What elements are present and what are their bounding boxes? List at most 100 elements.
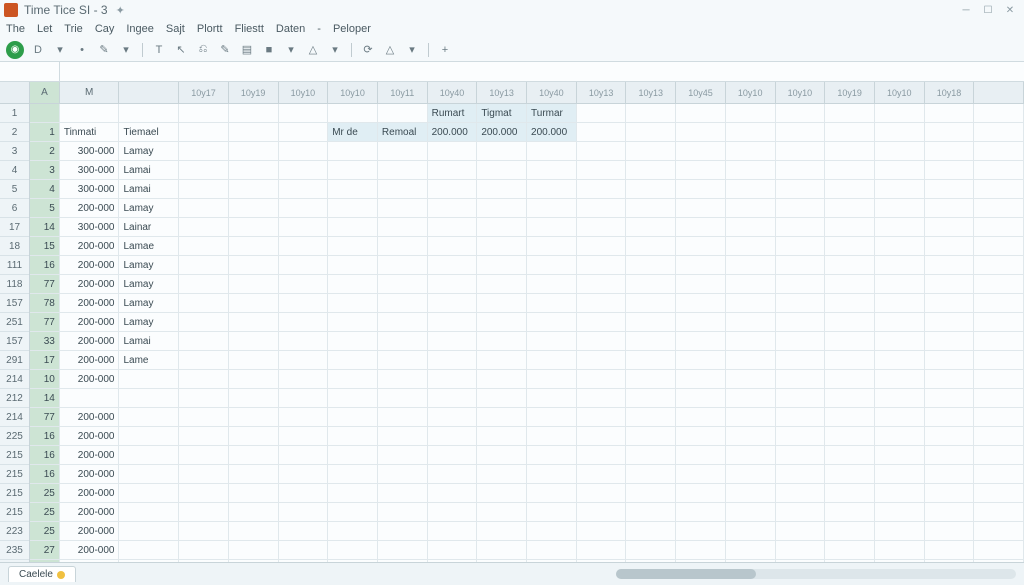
cell[interactable] bbox=[179, 275, 229, 294]
cell[interactable] bbox=[925, 104, 975, 123]
cell[interactable] bbox=[726, 408, 776, 427]
cell[interactable] bbox=[179, 503, 229, 522]
cell[interactable] bbox=[328, 180, 378, 199]
cell[interactable] bbox=[676, 484, 726, 503]
cell[interactable] bbox=[378, 446, 428, 465]
cell[interactable] bbox=[776, 541, 826, 560]
cell[interactable] bbox=[875, 370, 925, 389]
cell[interactable] bbox=[825, 332, 875, 351]
cell[interactable] bbox=[428, 332, 478, 351]
cell[interactable] bbox=[229, 351, 279, 370]
toolbar-button-10[interactable]: ▤ bbox=[239, 42, 255, 58]
menu-trie[interactable]: Trie bbox=[64, 23, 83, 35]
cell[interactable] bbox=[875, 294, 925, 313]
cell[interactable] bbox=[626, 123, 676, 142]
cell[interactable]: Lamay bbox=[119, 275, 179, 294]
cell[interactable] bbox=[279, 294, 329, 313]
cell[interactable] bbox=[626, 332, 676, 351]
cell[interactable] bbox=[527, 560, 577, 562]
cell[interactable]: Lamay bbox=[119, 142, 179, 161]
cell[interactable]: 200-000 bbox=[60, 332, 120, 351]
cell[interactable] bbox=[179, 104, 229, 123]
cell[interactable] bbox=[328, 332, 378, 351]
cell[interactable] bbox=[776, 294, 826, 313]
cell[interactable] bbox=[378, 237, 428, 256]
cell[interactable] bbox=[328, 294, 378, 313]
row-header[interactable]: 5 bbox=[0, 180, 29, 199]
cell[interactable] bbox=[825, 408, 875, 427]
cell[interactable] bbox=[378, 389, 428, 408]
cell[interactable]: 14 bbox=[30, 218, 60, 237]
column-header[interactable]: 10y10 bbox=[726, 82, 776, 103]
cell[interactable] bbox=[626, 427, 676, 446]
menu-ingee[interactable]: Ingee bbox=[126, 23, 154, 35]
cell[interactable] bbox=[726, 427, 776, 446]
cell[interactable] bbox=[119, 465, 179, 484]
cell[interactable]: Lamai bbox=[119, 332, 179, 351]
cell[interactable] bbox=[925, 541, 975, 560]
cell[interactable] bbox=[875, 313, 925, 332]
close-button[interactable]: ✕ bbox=[1000, 3, 1020, 17]
cell[interactable]: 16 bbox=[30, 427, 60, 446]
cell[interactable] bbox=[477, 408, 527, 427]
cell[interactable] bbox=[119, 370, 179, 389]
cell[interactable] bbox=[925, 256, 975, 275]
row-header[interactable]: 291 bbox=[0, 351, 29, 370]
cell[interactable] bbox=[577, 465, 627, 484]
cell[interactable] bbox=[119, 541, 179, 560]
cell[interactable] bbox=[527, 180, 577, 199]
cell[interactable] bbox=[776, 465, 826, 484]
cell[interactable] bbox=[726, 522, 776, 541]
cell[interactable] bbox=[328, 275, 378, 294]
cell[interactable] bbox=[626, 256, 676, 275]
cell[interactable] bbox=[428, 370, 478, 389]
cell[interactable] bbox=[378, 142, 428, 161]
cell[interactable] bbox=[875, 465, 925, 484]
cell[interactable] bbox=[974, 465, 1024, 484]
cell[interactable] bbox=[328, 351, 378, 370]
cell[interactable]: Tigmat bbox=[477, 104, 527, 123]
cell[interactable] bbox=[776, 446, 826, 465]
cell[interactable] bbox=[428, 541, 478, 560]
cell[interactable] bbox=[974, 180, 1024, 199]
cell[interactable]: 1 bbox=[30, 123, 60, 142]
cell[interactable] bbox=[925, 218, 975, 237]
cell[interactable]: 10 bbox=[30, 370, 60, 389]
cell[interactable] bbox=[925, 465, 975, 484]
cell[interactable] bbox=[477, 465, 527, 484]
cell[interactable] bbox=[726, 560, 776, 562]
cell[interactable] bbox=[825, 199, 875, 218]
cell[interactable] bbox=[428, 503, 478, 522]
cell[interactable] bbox=[726, 218, 776, 237]
cell[interactable] bbox=[428, 389, 478, 408]
cell[interactable] bbox=[875, 408, 925, 427]
cell[interactable] bbox=[179, 294, 229, 313]
cell[interactable] bbox=[30, 104, 60, 123]
cell[interactable]: 77 bbox=[30, 275, 60, 294]
cell[interactable] bbox=[477, 256, 527, 275]
cell[interactable]: 15 bbox=[30, 237, 60, 256]
cell[interactable] bbox=[328, 199, 378, 218]
cell[interactable] bbox=[925, 503, 975, 522]
row-header[interactable]: 214 bbox=[0, 408, 29, 427]
cell[interactable] bbox=[477, 484, 527, 503]
column-header[interactable]: 10y40 bbox=[428, 82, 478, 103]
cell[interactable] bbox=[925, 370, 975, 389]
cell[interactable] bbox=[726, 465, 776, 484]
cell[interactable] bbox=[328, 560, 378, 562]
cell[interactable] bbox=[477, 313, 527, 332]
cell[interactable] bbox=[776, 503, 826, 522]
cell[interactable] bbox=[119, 484, 179, 503]
cell[interactable] bbox=[925, 351, 975, 370]
cell[interactable] bbox=[527, 294, 577, 313]
cell[interactable] bbox=[577, 427, 627, 446]
menu-cay[interactable]: Cay bbox=[95, 23, 115, 35]
row-header[interactable]: 251 bbox=[0, 313, 29, 332]
cell[interactable] bbox=[825, 370, 875, 389]
cell[interactable] bbox=[577, 104, 627, 123]
cell[interactable] bbox=[229, 275, 279, 294]
column-header[interactable] bbox=[974, 82, 1024, 103]
cell[interactable]: Lamai bbox=[119, 161, 179, 180]
cell[interactable] bbox=[676, 370, 726, 389]
cell[interactable]: 200-000 bbox=[60, 294, 120, 313]
